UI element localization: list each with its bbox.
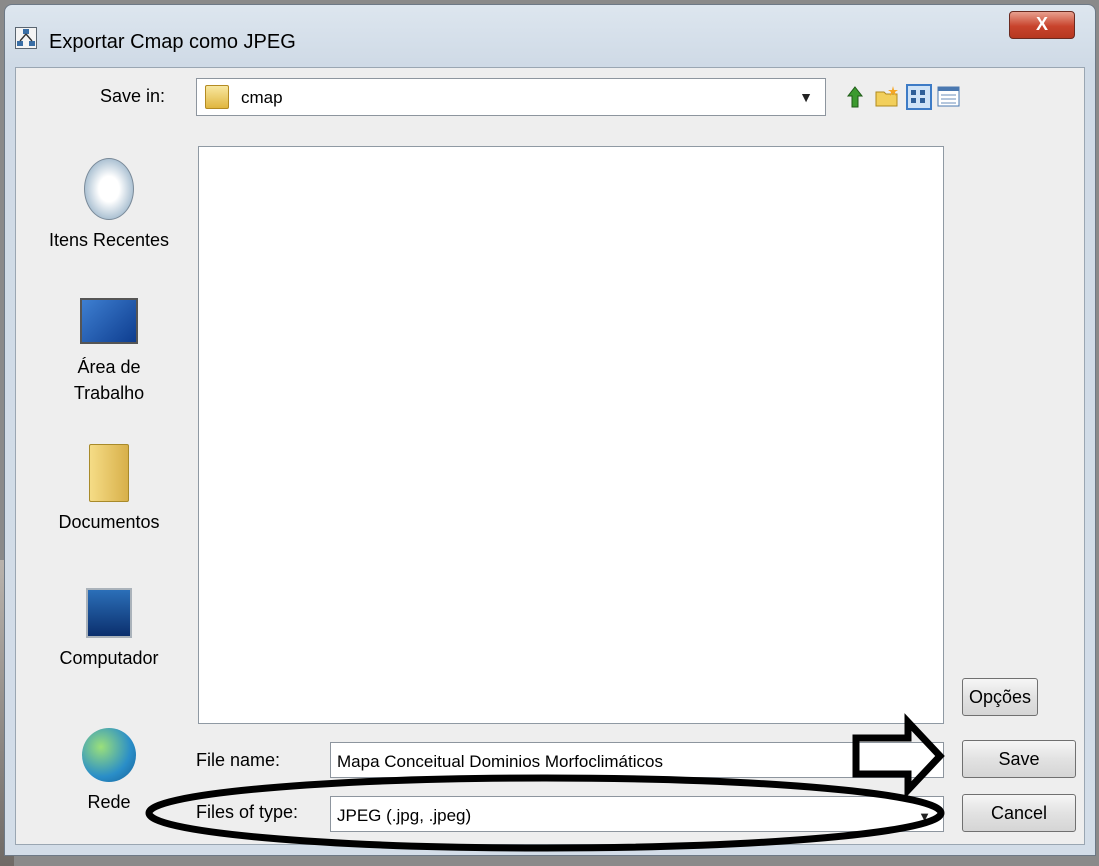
- cmap-app-icon: [15, 27, 37, 49]
- place-label: Computador: [59, 648, 159, 668]
- place-documents[interactable]: Documentos: [34, 444, 184, 533]
- desktop-icon: [80, 298, 138, 344]
- place-recent-items[interactable]: Itens Recentes: [34, 158, 184, 251]
- chevron-down-icon: ▼: [799, 89, 813, 105]
- save-dialog: Exportar Cmap como JPEG X Save in: cmap …: [4, 4, 1096, 856]
- file-type-dropdown[interactable]: JPEG (.jpg, .jpeg) ▼: [330, 796, 944, 832]
- place-label: Itens Recentes: [48, 230, 170, 250]
- folder-icon: [205, 85, 229, 109]
- file-type-value: JPEG (.jpg, .jpeg): [337, 806, 472, 825]
- place-network[interactable]: Rede: [34, 728, 184, 813]
- details-view-icon[interactable]: [936, 84, 962, 110]
- file-type-label: Files of type:: [196, 802, 299, 822]
- save-in-label: Save in:: [100, 86, 166, 106]
- recent-items-icon: [84, 158, 134, 220]
- place-label: Documentos: [58, 512, 160, 532]
- place-desktop[interactable]: Área de Trabalho: [34, 288, 184, 406]
- place-computer[interactable]: Computador: [34, 588, 184, 669]
- place-label: Área de Trabalho: [73, 357, 145, 403]
- save-button[interactable]: Save: [962, 740, 1076, 778]
- options-button[interactable]: Opções: [962, 678, 1038, 716]
- file-list-pane[interactable]: [198, 146, 944, 724]
- computer-icon: [86, 588, 132, 638]
- file-name-label: File name:: [196, 750, 281, 770]
- dialog-content: Save in: cmap ▼ Itens Recentes Área de T…: [15, 67, 1085, 845]
- cancel-button[interactable]: Cancel: [962, 794, 1076, 832]
- list-view-icon[interactable]: [906, 84, 932, 110]
- window-title: Exportar Cmap como JPEG: [49, 31, 296, 53]
- documents-icon: [89, 444, 129, 502]
- network-icon: [82, 728, 136, 782]
- place-label: Rede: [87, 792, 131, 812]
- places-sidebar: Itens Recentes Área de Trabalho Document…: [34, 148, 184, 828]
- save-in-value: cmap: [241, 88, 283, 107]
- file-name-input[interactable]: Mapa Conceitual Dominios Morfoclimáticos: [330, 742, 944, 778]
- new-folder-icon[interactable]: [874, 84, 900, 110]
- close-button[interactable]: X: [1009, 11, 1075, 39]
- chevron-down-icon: ▼: [918, 809, 931, 824]
- save-in-dropdown[interactable]: cmap ▼: [196, 78, 826, 116]
- up-folder-icon[interactable]: [842, 84, 868, 110]
- title-bar[interactable]: Exportar Cmap como JPEG X: [5, 5, 1095, 67]
